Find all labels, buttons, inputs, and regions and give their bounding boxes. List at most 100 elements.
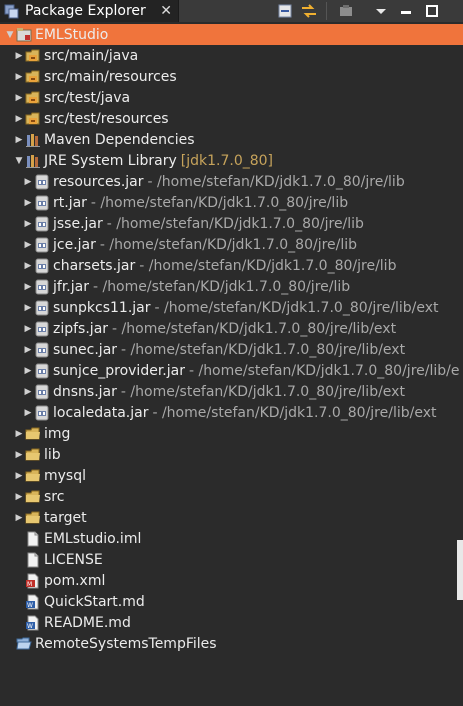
tree-row-src-test-java[interactable]: ▶ src/test/java bbox=[0, 87, 463, 108]
xml-file-icon: M bbox=[25, 573, 41, 589]
package-explorer-tab[interactable]: Package Explorer ✕ bbox=[0, 0, 179, 22]
jar-icon bbox=[34, 174, 50, 190]
tree-row-charsets-jar[interactable]: ▶ charsets.jar - /home/stefan/KD/jdk1.7.0_… bbox=[0, 255, 463, 276]
tree-item-label: jsse.jar bbox=[53, 215, 103, 232]
expand-arrow-icon[interactable]: ▶ bbox=[13, 129, 25, 150]
project-icon bbox=[16, 27, 32, 43]
tree-item-label: dnsns.jar bbox=[53, 383, 117, 400]
tree-row-remotesystemstempfiles[interactable]: RemoteSystemsTempFiles bbox=[0, 633, 463, 654]
tree-item-label: RemoteSystemsTempFiles bbox=[35, 635, 217, 652]
link-with-editor-icon[interactable] bbox=[298, 2, 320, 20]
expand-arrow-icon[interactable]: ▶ bbox=[13, 486, 25, 507]
source-folder-icon bbox=[25, 69, 41, 85]
expand-arrow-icon[interactable]: ▶ bbox=[22, 234, 34, 255]
tree-row-readme-md[interactable]: W README.md bbox=[0, 612, 463, 633]
tree-row-src-main-java[interactable]: ▶ src/main/java bbox=[0, 45, 463, 66]
tree-item-label: Maven Dependencies bbox=[44, 131, 195, 148]
jar-icon bbox=[34, 237, 50, 253]
scrollbar-edge[interactable] bbox=[457, 540, 463, 600]
collapse-arrow-icon[interactable]: ▼ bbox=[13, 150, 25, 171]
expand-arrow-icon[interactable]: ▶ bbox=[22, 318, 34, 339]
jar-icon bbox=[34, 363, 50, 379]
collapse-all-icon[interactable] bbox=[276, 2, 294, 20]
arrow-spacer bbox=[13, 612, 25, 633]
tree-row-src-test-resources[interactable]: ▶ src/test/resources bbox=[0, 108, 463, 129]
tree-item-label: README.md bbox=[44, 614, 131, 631]
view-menu-icon[interactable] bbox=[372, 2, 390, 20]
tree-row-rt-jar[interactable]: ▶ rt.jar - /home/stefan/KD/jdk1.7.0_80/jre… bbox=[0, 192, 463, 213]
expand-arrow-icon[interactable]: ▶ bbox=[22, 339, 34, 360]
tree-row-jce-jar[interactable]: ▶ jce.jar - /home/stefan/KD/jdk1.7.0_80/jr… bbox=[0, 234, 463, 255]
expand-arrow-icon[interactable]: ▶ bbox=[13, 45, 25, 66]
tree-row-resources-jar[interactable]: ▶ resources.jar - /home/stefan/KD/jdk1.7.0… bbox=[0, 171, 463, 192]
expand-arrow-icon[interactable]: ▶ bbox=[13, 465, 25, 486]
jar-path: - /home/stefan/KD/jdk1.7.0_80/jre/lib/ex… bbox=[152, 404, 437, 421]
expand-arrow-icon[interactable]: ▶ bbox=[22, 255, 34, 276]
expand-arrow-icon[interactable]: ▶ bbox=[13, 444, 25, 465]
expand-arrow-icon[interactable]: ▶ bbox=[22, 297, 34, 318]
tree-row-sunjce-provider-jar[interactable]: ▶ sunjce_provider.jar - /home/stefan/KD/jd… bbox=[0, 360, 463, 381]
package-explorer-icon bbox=[4, 3, 20, 19]
library-version: [jdk1.7.0_80] bbox=[180, 152, 274, 169]
tree-item-label: charsets.jar bbox=[53, 257, 136, 274]
expand-arrow-icon[interactable]: ▶ bbox=[22, 192, 34, 213]
maximize-icon[interactable] bbox=[424, 2, 440, 20]
expand-arrow-icon[interactable]: ▶ bbox=[22, 213, 34, 234]
tree-row-target[interactable]: ▶ target bbox=[0, 507, 463, 528]
tree-row-emlstudio[interactable]: ▼ EMLStudio bbox=[0, 24, 463, 45]
tree-item-label: jfr.jar bbox=[53, 278, 89, 295]
tree-item-label: src/main/java bbox=[44, 47, 139, 64]
tree-item-label: mysql bbox=[44, 467, 86, 484]
jar-icon bbox=[34, 195, 50, 211]
minimize-icon[interactable] bbox=[398, 2, 414, 20]
expand-arrow-icon[interactable]: ▶ bbox=[13, 507, 25, 528]
tree-row-sunec-jar[interactable]: ▶ sunec.jar - /home/stefan/KD/jdk1.7.0_80/… bbox=[0, 339, 463, 360]
jar-icon bbox=[34, 300, 50, 316]
expand-arrow-icon[interactable]: ▶ bbox=[22, 402, 34, 423]
tree-item-label: src/test/java bbox=[44, 89, 131, 106]
expand-arrow-icon[interactable]: ▶ bbox=[13, 423, 25, 444]
tree-row-localedata-jar[interactable]: ▶ localedata.jar - /home/stefan/KD/jdk1.7.… bbox=[0, 402, 463, 423]
tree-row-license[interactable]: LICENSE bbox=[0, 549, 463, 570]
tree-row-maven-dependencies[interactable]: ▶ Maven Dependencies bbox=[0, 129, 463, 150]
close-icon[interactable]: ✕ bbox=[160, 3, 172, 19]
jar-icon bbox=[34, 384, 50, 400]
file-icon bbox=[25, 552, 41, 568]
tree-item-label: QuickStart.md bbox=[44, 593, 145, 610]
arrow-spacer bbox=[4, 633, 16, 654]
collapse-arrow-icon[interactable]: ▼ bbox=[4, 24, 16, 45]
tree-item-label: lib bbox=[44, 446, 61, 463]
expand-arrow-icon[interactable]: ▶ bbox=[22, 276, 34, 297]
tree-item-label: target bbox=[44, 509, 87, 526]
tree-row-jfr-jar[interactable]: ▶ jfr.jar - /home/stefan/KD/jdk1.7.0_80/jr… bbox=[0, 276, 463, 297]
tree-row-zipfs-jar[interactable]: ▶ zipfs.jar - /home/stefan/KD/jdk1.7.0_80/… bbox=[0, 318, 463, 339]
folder-icon bbox=[25, 510, 41, 526]
tree-row-mysql[interactable]: ▶ mysql bbox=[0, 465, 463, 486]
expand-arrow-icon[interactable]: ▶ bbox=[22, 360, 34, 381]
tree-row-sunpkcs11-jar[interactable]: ▶ sunpkcs11.jar - /home/stefan/KD/jdk1.7.0… bbox=[0, 297, 463, 318]
expand-arrow-icon[interactable]: ▶ bbox=[22, 381, 34, 402]
tree-item-label: src bbox=[44, 488, 65, 505]
tree-row-quickstart-md[interactable]: W QuickStart.md bbox=[0, 591, 463, 612]
tree-row-img[interactable]: ▶ img bbox=[0, 423, 463, 444]
tree-row-dnsns-jar[interactable]: ▶ dnsns.jar - /home/stefan/KD/jdk1.7.0_80/… bbox=[0, 381, 463, 402]
tree-row-jsse-jar[interactable]: ▶ jsse.jar - /home/stefan/KD/jdk1.7.0_80/j… bbox=[0, 213, 463, 234]
expand-arrow-icon[interactable]: ▶ bbox=[13, 87, 25, 108]
tree-row-pom-xml[interactable]: Mpom.xml bbox=[0, 570, 463, 591]
expand-arrow-icon[interactable]: ▶ bbox=[13, 66, 25, 87]
tree-item-label: src/main/resources bbox=[44, 68, 177, 85]
jar-icon bbox=[34, 216, 50, 232]
tree-row-src[interactable]: ▶ src bbox=[0, 486, 463, 507]
focus-icon[interactable] bbox=[336, 2, 356, 20]
jar-icon bbox=[34, 342, 50, 358]
tree-row-lib[interactable]: ▶ lib bbox=[0, 444, 463, 465]
expand-arrow-icon[interactable]: ▶ bbox=[22, 171, 34, 192]
tree-row-jre-system-library[interactable]: ▼ JRE System Library [jdk1.7.0_80] bbox=[0, 150, 463, 171]
open-folder-icon bbox=[16, 636, 32, 652]
tree-item-label: sunec.jar bbox=[53, 341, 118, 358]
tree-row-src-main-resources[interactable]: ▶ src/main/resources bbox=[0, 66, 463, 87]
jar-path: - /home/stefan/KD/jdk1.7.0_80/jre/lib/ex… bbox=[154, 299, 439, 316]
tree-item-label: resources.jar bbox=[53, 173, 144, 190]
expand-arrow-icon[interactable]: ▶ bbox=[13, 108, 25, 129]
tree-row-emlstudio-iml[interactable]: EMLstudio.iml bbox=[0, 528, 463, 549]
